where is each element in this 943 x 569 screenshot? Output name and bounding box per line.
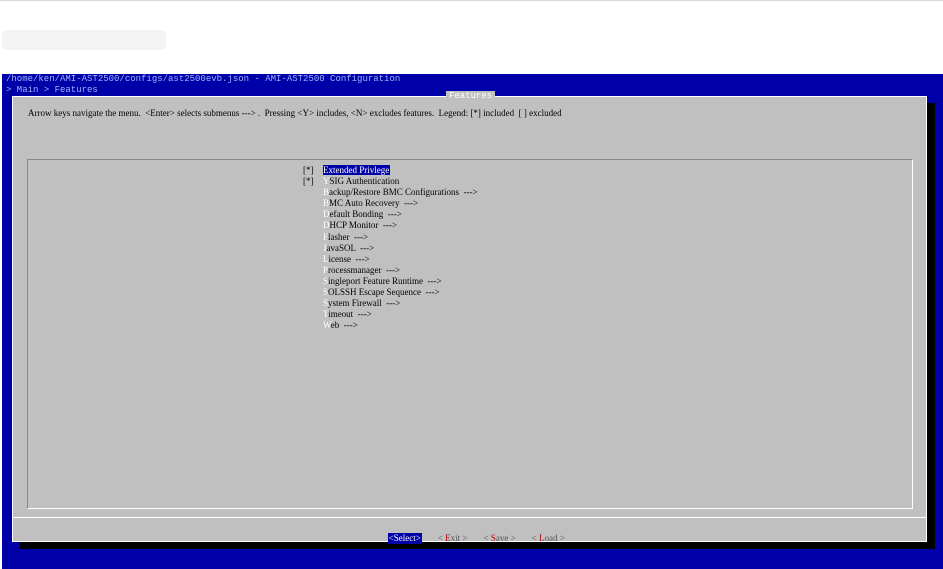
menu-item-text: eb ---> (330, 320, 358, 331)
load-button-open: < (531, 533, 539, 543)
menu-item-label: YSIG Authentication (323, 176, 399, 186)
top-divider (0, 0, 943, 1)
menu-list: [*] Extended Privlege [*] YSIG Authenticati… (303, 165, 478, 331)
menu-item-label: Flasher ---> (323, 232, 368, 242)
menu-item-text: ystem Firewall ---> (328, 298, 401, 309)
menu-item[interactable]: Backup/Restore BMC Configurations ---> (303, 187, 478, 198)
features-dialog: Features Arrow keys navigate the menu. <… (12, 91, 927, 544)
load-button[interactable]: < Load > (532, 533, 565, 544)
menu-item-label: Processmanager ---> (323, 265, 400, 275)
menu-item-label: JavaSOL ---> (323, 243, 374, 253)
button-separator (13, 517, 926, 518)
select-button-close: > (415, 533, 421, 543)
menu-item-text: MC Auto Recovery ---> (329, 198, 419, 209)
config-path-title: /home/ken/AMI-AST2500/configs/ast2500evb… (6, 74, 401, 84)
menu-item-text: rocessmanager ---> (328, 264, 401, 275)
save-button-label: ave (495, 533, 509, 543)
menu-item-label: Extended Privlege (323, 165, 391, 175)
menu-item-text: SIG Authentication (329, 176, 400, 187)
menu-item-label: BMC Auto Recovery ---> (323, 198, 418, 208)
dialog-title: Features (446, 91, 496, 102)
save-button[interactable]: < Save > (484, 533, 516, 544)
exit-button-close: > (460, 533, 468, 543)
select-button-label: Select (393, 533, 416, 543)
menu-item[interactable]: Singleport Feature Runtime ---> (303, 276, 478, 287)
exit-button[interactable]: < Exit > (438, 533, 468, 544)
load-button-close: > (557, 533, 565, 543)
menu-item-text: xtended Privlege (328, 165, 390, 175)
save-button-close: > (508, 533, 516, 543)
menu-item-label: DHCP Monitor ---> (323, 220, 397, 230)
breadcrumb: > Main > Features (6, 85, 98, 95)
menu-item[interactable]: Processmanager ---> (303, 265, 478, 276)
menu-item[interactable]: License ---> (303, 254, 478, 265)
load-button-label: oad (544, 533, 558, 543)
menu-item[interactable]: SOLSSH Escape Sequence ---> (303, 287, 478, 298)
terminal-window: /home/ken/AMI-AST2500/configs/ast2500evb… (2, 74, 943, 569)
menu-item[interactable]: System Firewall ---> (303, 298, 478, 309)
menu-item-text: avaSOL ---> (326, 242, 375, 253)
menu-item-text: imeout ---> (328, 309, 372, 320)
menu-item[interactable]: Default Bonding ---> (303, 209, 478, 220)
menu-item[interactable]: JavaSOL ---> (303, 243, 478, 254)
menu-item-label: License ---> (323, 254, 370, 264)
menu-item-label: Backup/Restore BMC Configurations ---> (323, 187, 478, 197)
menu-item-text: icense ---> (328, 253, 370, 264)
menu-item-text: ingleport Feature Runtime ---> (328, 275, 442, 286)
menu-item[interactable]: Web ---> (303, 320, 478, 331)
save-button-open: < (483, 533, 491, 543)
menu-item-checkbox[interactable]: [*] (303, 165, 323, 176)
menu-item-label: Singleport Feature Runtime ---> (323, 276, 442, 286)
menu-item[interactable]: DHCP Monitor ---> (303, 220, 478, 231)
menu-item-label: Default Bonding ---> (323, 209, 402, 219)
menu-item[interactable]: Timeout ---> (303, 309, 478, 320)
blurred-region (2, 30, 166, 50)
menu-item-text: HCP Monitor ---> (329, 220, 398, 231)
help-instructions: Arrow keys navigate the menu. <Enter> se… (28, 108, 562, 118)
menu-item-checkbox[interactable]: [*] (303, 176, 323, 187)
menu-item-text: ackup/Restore BMC Configurations ---> (329, 187, 478, 198)
menu-item-label: SOLSSH Escape Sequence ---> (323, 287, 440, 297)
button-row: <Select> < Exit > < Save > < Load > (13, 522, 926, 555)
menu-item[interactable]: [*] YSIG Authentication (303, 176, 478, 187)
select-button[interactable]: <Select> (387, 533, 422, 544)
menu-item[interactable]: Flasher ---> (303, 232, 478, 243)
menu-item-text: lasher ---> (328, 231, 369, 242)
menu-item-label: System Firewall ---> (323, 298, 400, 308)
menu-item-hotkey: W (323, 320, 331, 331)
exit-button-label: xit (450, 533, 461, 543)
menu-item-text: efault Bonding ---> (329, 209, 402, 220)
menu-item-label: Timeout ---> (323, 309, 372, 319)
menu-item[interactable]: [*] Extended Privlege (303, 165, 478, 176)
menu-item[interactable]: BMC Auto Recovery ---> (303, 198, 478, 209)
menu-box: [*] Extended Privlege [*] YSIG Authenticati… (27, 159, 913, 509)
menu-item-label: Web ---> (323, 320, 358, 330)
menu-item-text: OLSSH Escape Sequence ---> (328, 287, 440, 298)
